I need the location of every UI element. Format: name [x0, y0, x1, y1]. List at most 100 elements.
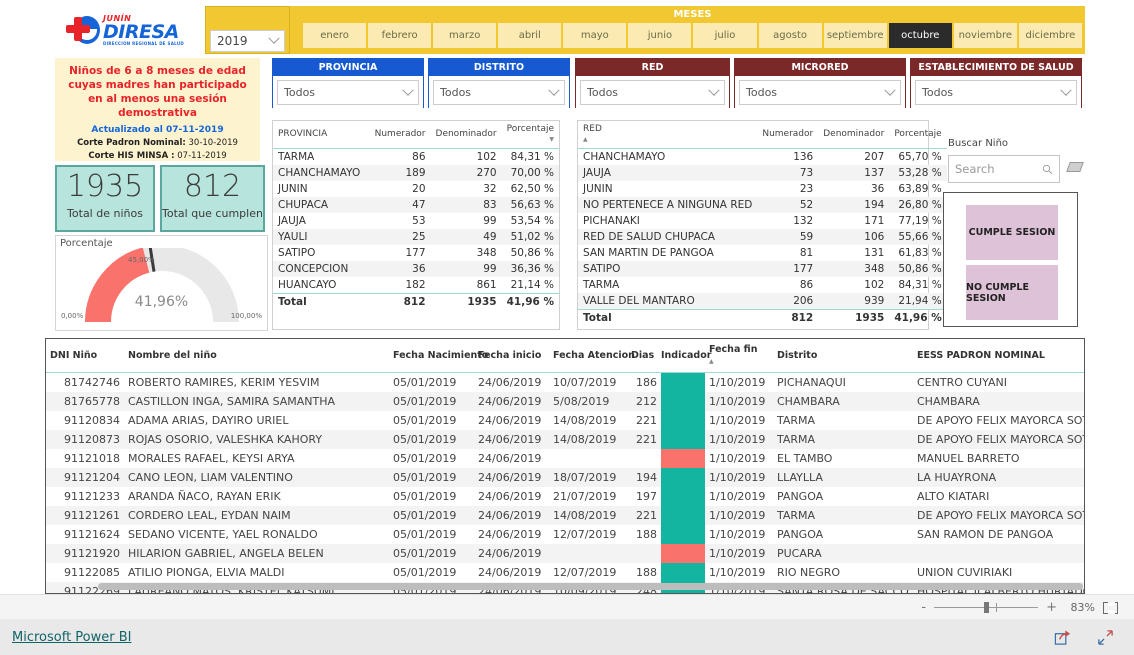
share-icon[interactable] [1054, 629, 1071, 646]
slicer-distrito[interactable]: DISTRITO Todos [428, 58, 570, 109]
slicer-establecimiento-de-salud[interactable]: ESTABLECIMIENTO DE SALUD Todos [910, 58, 1082, 109]
column-header[interactable]: Nombre del niño [124, 339, 389, 373]
table-row[interactable]: NO PERTENECE A NINGUNA RED 52 194 26,80 % [578, 197, 947, 213]
powerbi-link[interactable]: Microsoft Power BI [12, 630, 131, 645]
zoom-slider-thumb[interactable] [984, 602, 990, 613]
month-item-febrero[interactable]: febrero [368, 23, 432, 48]
row-denominador: 83 [430, 197, 502, 213]
column-header[interactable]: DNI Niño [46, 339, 124, 373]
slicer-dropdown[interactable]: Todos [277, 80, 419, 105]
slicer-dropdown[interactable]: Todos [433, 80, 565, 105]
table-row[interactable]: 91121624 SEDANO VICENTE, YAEL RONALDO 05/0… [46, 525, 1084, 544]
table-row[interactable]: 91121204 CANO LEON, LIAM VALENTINO 05/01/2… [46, 468, 1084, 487]
row-numerador: 136 [793, 151, 814, 163]
column-header[interactable]: Porcentaje [889, 121, 947, 149]
column-header[interactable]: Indicador [661, 339, 711, 373]
column-header[interactable]: Denominador [430, 121, 502, 149]
months-slicer[interactable]: MESES enero febrero marzo abril mayo junio jul… [300, 6, 1085, 54]
table-row[interactable]: JUNIN 23 36 63,89 % [578, 181, 947, 197]
table-row[interactable]: 91121233 ARANDA ÑACO, RAYAN ERIK 05/01/201… [46, 487, 1084, 506]
legend-cumple-sesion[interactable]: CUMPLE SESION [966, 205, 1058, 260]
column-header[interactable]: Fecha Atencion [549, 339, 635, 373]
search-input[interactable]: Search [948, 155, 1060, 183]
sort-caret-icon: ▼ [549, 136, 554, 143]
table-row[interactable]: CONCEPCION 36 99 36,36 % [273, 261, 559, 277]
table-row[interactable]: TARMA 86 102 84,31 % [273, 149, 559, 166]
cell-nombre: CASTILLON INGA, SAMIRA SAMANTHA [124, 392, 389, 411]
zoom-slider[interactable] [934, 602, 1039, 613]
table-row[interactable]: YAULI 25 49 51,02 % [273, 229, 559, 245]
table-row[interactable]: TARMA 86 102 84,31 % [578, 277, 947, 293]
table-row[interactable]: JUNIN 20 32 62,50 % [273, 181, 559, 197]
table-row[interactable]: SATIPO 177 348 50,86 % [578, 261, 947, 277]
cell-dni: 91121261 [46, 506, 124, 525]
table-total-row: Total 812 1935 41,96 % [273, 293, 559, 310]
table-row[interactable]: HUANCAYO 182 861 21,14 % [273, 277, 559, 294]
month-item-marzo[interactable]: marzo [433, 23, 497, 48]
month-item-diciembre[interactable]: diciembre [1018, 23, 1082, 48]
row-numerador: 206 [757, 293, 819, 310]
fit-to-page-icon[interactable] [1103, 601, 1118, 614]
table-row[interactable]: CHANCHAMAYO 136 207 65,70 % [578, 149, 947, 166]
column-header[interactable]: Numerador [757, 121, 819, 149]
table-row[interactable]: 91122085 ATILIO PIONGA, ELVIA MALDI 05/01/… [46, 563, 1084, 582]
table-row[interactable]: 81765778 CASTILLON INGA, SAMIRA SAMANTHA 0… [46, 392, 1084, 411]
month-item-noviembre[interactable]: noviembre [953, 23, 1017, 48]
table-row[interactable]: 81742746 ROBERTO RAMIRES, KERIM YESVIM 05/… [46, 373, 1084, 392]
month-item-junio[interactable]: junio [628, 23, 692, 48]
column-header[interactable]: Fecha inicio [474, 339, 549, 373]
table-row[interactable]: PICHANAKI 132 171 77,19 % [578, 213, 947, 229]
eraser-icon[interactable] [1066, 162, 1084, 172]
slicer-dropdown[interactable]: Todos [739, 80, 901, 105]
column-header[interactable]: Dias [627, 339, 661, 373]
detail-table[interactable]: DNI Niño Nombre del niño Fecha Nacimiento F… [45, 338, 1085, 594]
column-header[interactable]: PROVINCIA [273, 121, 370, 149]
year-slicer-dropdown[interactable]: 2019 [210, 30, 285, 52]
month-item-abril[interactable]: abril [498, 23, 562, 48]
detail-horizontal-scrollbar[interactable] [98, 583, 1083, 590]
table-row[interactable]: SATIPO 177 348 50,86 % [273, 245, 559, 261]
slicer-dropdown[interactable]: Todos [580, 80, 725, 105]
column-header[interactable]: Numerador [369, 121, 431, 149]
column-header[interactable]: EESS PADRON NOMINAL [913, 339, 1084, 373]
month-item-agosto[interactable]: agosto [758, 23, 822, 48]
slicer-red[interactable]: RED Todos [575, 58, 730, 109]
column-header[interactable]: Porcentaje ▼ [501, 121, 559, 149]
table-row[interactable]: JAUJA 73 137 53,28 % [578, 165, 947, 181]
total-label: Total [273, 293, 370, 310]
month-item-julio[interactable]: julio [693, 23, 757, 48]
fullscreen-icon[interactable] [1097, 629, 1114, 646]
slicer-dropdown[interactable]: Todos [915, 80, 1077, 105]
table-row[interactable]: CHUPACA 47 83 56,63 % [273, 197, 559, 213]
month-item-enero[interactable]: enero [303, 23, 367, 48]
table-row[interactable]: CHANCHAMAYO 189 270 70,00 % [273, 165, 559, 181]
column-header[interactable]: Fecha Nacimiento [389, 339, 488, 373]
column-header[interactable]: Denominador [818, 121, 890, 149]
table-row[interactable]: RED DE SALUD CHUPACA 59 106 55,66 % [578, 229, 947, 245]
slicer-header: ESTABLECIMIENTO DE SALUD [911, 59, 1081, 76]
table-row[interactable]: 91120834 ADAMA ARIAS, DAYIRO URIEL 05/01/2… [46, 411, 1084, 430]
legend-no-cumple-sesion[interactable]: NO CUMPLE SESION [966, 265, 1058, 320]
month-item-septiembre[interactable]: septiembre [823, 23, 887, 48]
table-row[interactable]: 91121920 HILARION GABRIEL, ANGELA BELEN 05… [46, 544, 1084, 563]
table-row[interactable]: JAUJA 53 99 53,54 % [273, 213, 559, 229]
column-header[interactable]: Fecha fin ▲ [705, 339, 773, 373]
slicer-header: RED [576, 59, 729, 76]
slicer-microred[interactable]: MICRORED Todos [734, 58, 906, 109]
column-header[interactable]: RED ▲ [578, 121, 758, 149]
cell-dni: 91121920 [46, 544, 124, 563]
slicer-provincia[interactable]: PROVINCIA Todos [272, 58, 424, 109]
zoom-in-button[interactable]: + [1046, 600, 1057, 615]
table-row[interactable]: 91121261 CORDERO LEAL, EYDAN NAIM 05/01/20… [46, 506, 1084, 525]
column-header[interactable]: Distrito [773, 339, 913, 373]
cell-dni: 91121624 [64, 528, 120, 541]
table-row[interactable]: VALLE DEL MANTARO 206 939 21,94 % [578, 293, 947, 310]
table-row[interactable]: 91120873 ROJAS OSORIO, VALESHKA KAHORY 05/… [46, 430, 1084, 449]
month-item-octubre[interactable]: octubre [888, 23, 952, 48]
cell-nombre: CORDERO LEAL, EYDAN NAIM [124, 506, 389, 525]
table-row[interactable]: SAN MARTIN DE PANGOA 81 131 61,83 % [578, 245, 947, 261]
zoom-out-button[interactable]: - [921, 600, 926, 615]
cell-indicador [661, 373, 705, 392]
month-item-mayo[interactable]: mayo [563, 23, 627, 48]
table-row[interactable]: 91121018 MORALES RAFAEL, KEYSI ARYA 05/01/… [46, 449, 1084, 468]
